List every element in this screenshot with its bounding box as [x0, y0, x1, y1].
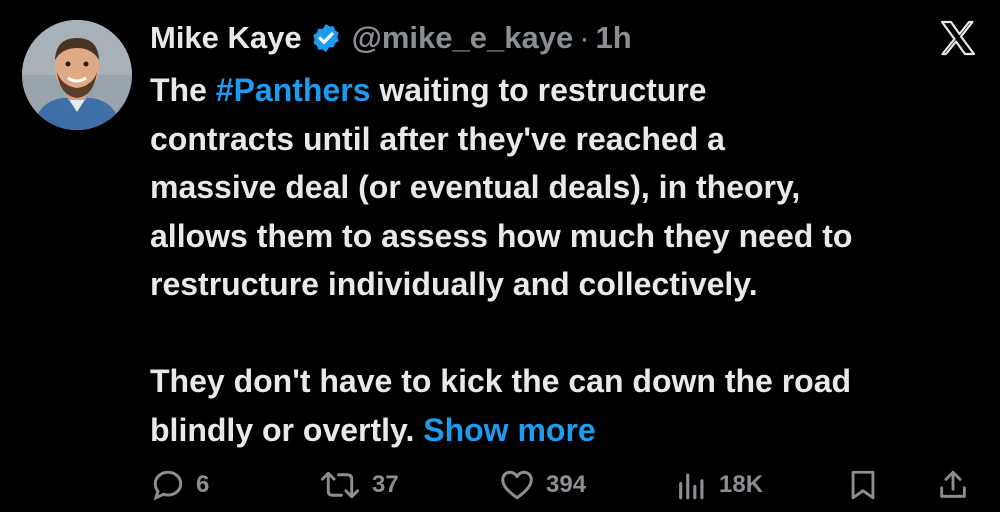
- hashtag-link[interactable]: #Panthers: [216, 72, 371, 108]
- bookmark-button[interactable]: [846, 462, 880, 508]
- separator-dot: ·: [579, 20, 590, 55]
- verified-badge-icon: [312, 24, 339, 52]
- tweet-text-line: blindly or overtly. Show more: [150, 411, 596, 448]
- heart-icon: [501, 470, 533, 500]
- view-count: 18K: [719, 471, 764, 498]
- avatar-photo: [22, 20, 132, 130]
- like-count: 394: [546, 471, 587, 498]
- reply-count: 6: [196, 471, 210, 498]
- tweet-text-line: The #Panthers waiting to restructure: [150, 72, 707, 108]
- author-avatar[interactable]: [22, 20, 132, 130]
- tweet-text-line: They don't have to kick the can down the…: [150, 363, 852, 399]
- author-name[interactable]: Mike Kaye: [150, 20, 302, 56]
- x-logo-icon: [940, 20, 976, 56]
- tweet-text-line: allows them to assess how much they need…: [150, 217, 853, 254]
- bookmark-icon: [851, 470, 875, 500]
- views-icon: [679, 473, 704, 500]
- tweet-text-line: contracts until after they've reached a: [150, 120, 725, 157]
- reply-button[interactable]: 6: [150, 462, 209, 508]
- retweet-count: 37: [372, 471, 399, 498]
- share-icon: [940, 470, 966, 498]
- tweet-timestamp[interactable]: 1h: [596, 20, 632, 56]
- show-more-link[interactable]: Show more: [423, 412, 595, 448]
- reply-icon: [153, 470, 183, 501]
- views-button[interactable]: 18K: [675, 462, 763, 508]
- tweet-text-line: restructure individually and collectivel…: [150, 266, 758, 302]
- author-handle[interactable]: @mike_e_kaye: [352, 20, 574, 56]
- tweet-text-line: massive deal (or eventual deals), in the…: [150, 169, 801, 205]
- share-button[interactable]: [936, 462, 970, 508]
- retweet-icon: [320, 471, 360, 499]
- retweet-button[interactable]: 37: [318, 462, 399, 508]
- like-button[interactable]: 394: [498, 462, 586, 508]
- tweet-text: The #Panthers waiting to restructure con…: [150, 66, 980, 454]
- tweet-actions: 6 37 394 18K: [150, 462, 980, 508]
- tweet-header: Mike Kaye @mike_e_kaye · 1h: [150, 16, 632, 60]
